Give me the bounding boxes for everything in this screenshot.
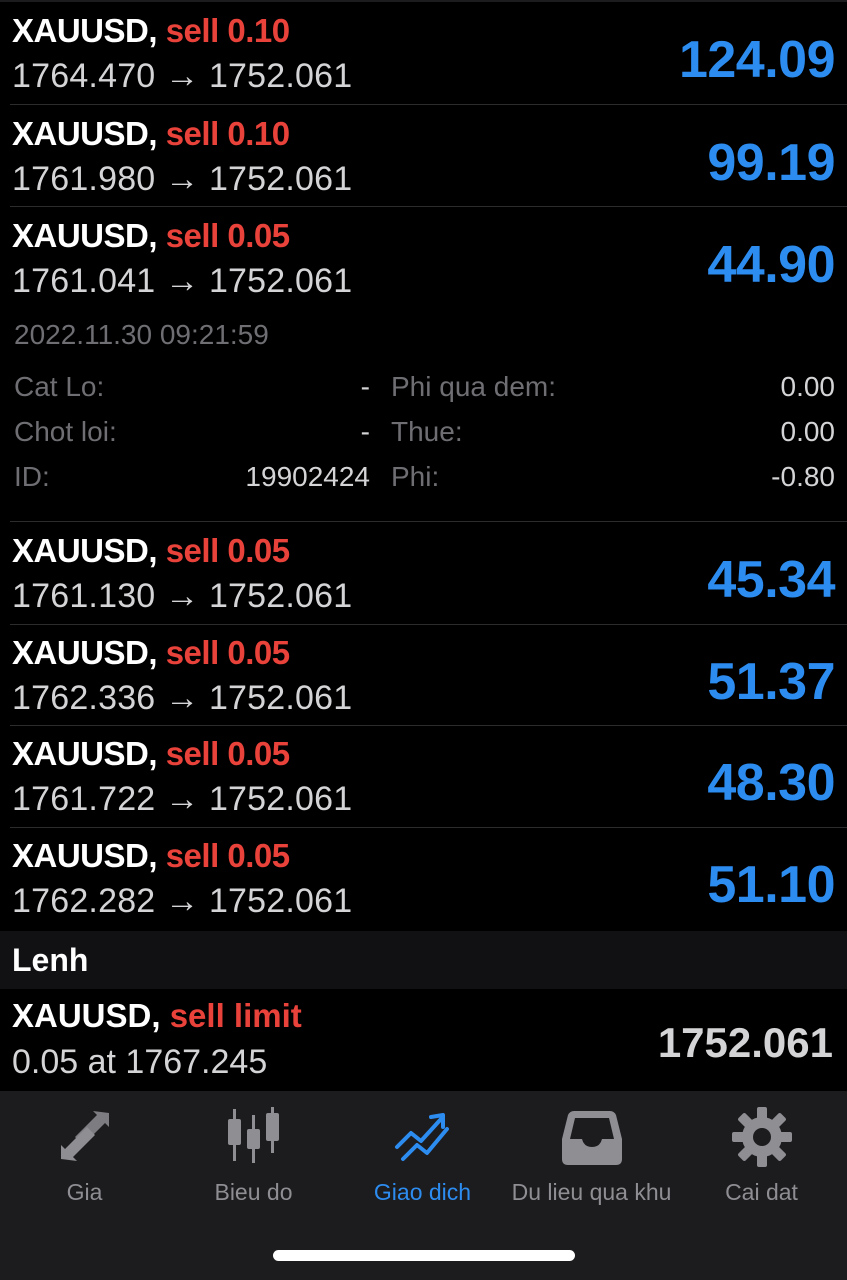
order-side: sell 0.10 <box>165 12 290 49</box>
orders-section-header: Lenh <box>0 931 847 989</box>
stop-loss-label: Cat Lo: <box>14 371 105 402</box>
current-price: 1752.061 <box>208 679 353 717</box>
tab-gia[interactable]: Gia <box>0 1105 169 1205</box>
arrow-icon: → <box>165 57 200 95</box>
profit-value: 51.37 <box>707 653 835 711</box>
gear-icon <box>731 1107 792 1167</box>
position-details: 2022.11.30 09:21:59 Cat Lo: - Phi qua de… <box>0 305 847 521</box>
tab-giao-dich[interactable]: Giao dich <box>338 1105 507 1205</box>
profit-value: 44.90 <box>707 236 835 294</box>
open-price: 1761.041 <box>12 262 156 300</box>
position-row[interactable]: XAUUSD, sell 0.05 1761.130 → 1752.061 45… <box>0 522 847 623</box>
swap-value: 0.00 <box>780 371 836 402</box>
profit-value: 48.30 <box>707 754 835 812</box>
profit-value: 45.34 <box>707 551 835 609</box>
order-side: sell 0.05 <box>165 217 290 254</box>
order-side: sell 0.05 <box>165 735 290 772</box>
order-side: sell 0.05 <box>165 532 290 569</box>
open-price: 1764.470 <box>12 57 156 95</box>
open-price: 1762.336 <box>12 679 156 717</box>
position-row[interactable]: XAUUSD, sell 0.10 1761.980 → 1752.061 99… <box>0 105 847 206</box>
tab-label: Du lieu qua khu <box>511 1179 672 1205</box>
symbol: XAUUSD, <box>12 217 158 254</box>
current-price: 1752.061 <box>208 882 353 920</box>
id-label: ID: <box>14 461 50 492</box>
history-inbox-icon <box>561 1111 622 1165</box>
trade-icon <box>394 1113 449 1161</box>
current-price: 1752.061 <box>657 1019 833 1066</box>
home-indicator[interactable] <box>273 1250 575 1261</box>
symbol: XAUUSD, <box>12 634 158 671</box>
stop-loss-value: - <box>360 371 370 402</box>
tab-label: Cai dat <box>725 1179 798 1205</box>
tab-label: Gia <box>66 1179 103 1205</box>
arrow-icon: → <box>165 160 200 198</box>
position-row[interactable]: XAUUSD, sell 0.10 1764.470 → 1752.061 12… <box>0 2 847 103</box>
arrow-icon: → <box>165 882 200 920</box>
fee-value: -0.80 <box>771 461 835 492</box>
current-price: 1752.061 <box>208 57 353 95</box>
order-side: sell 0.10 <box>165 115 290 152</box>
position-row-expanded[interactable]: XAUUSD, sell 0.05 1761.041 → 1752.061 44… <box>0 207 847 308</box>
profit-value: 51.10 <box>707 856 835 914</box>
fee-label: Phi: <box>391 461 440 492</box>
symbol: XAUUSD, <box>12 997 161 1034</box>
tax-value: 0.00 <box>780 416 836 447</box>
take-profit-value: - <box>360 416 370 447</box>
candlestick-icon <box>227 1107 279 1163</box>
position-row[interactable]: XAUUSD, sell 0.05 1762.336 → 1752.061 51… <box>0 624 847 725</box>
arrow-icon: → <box>165 262 200 300</box>
symbol: XAUUSD, <box>12 115 158 152</box>
symbol: XAUUSD, <box>12 735 158 772</box>
current-price: 1752.061 <box>208 262 353 300</box>
current-price: 1752.061 <box>208 780 353 818</box>
position-row[interactable]: XAUUSD, sell 0.05 1761.722 → 1752.061 48… <box>0 725 847 826</box>
profit-value: 124.09 <box>678 31 836 89</box>
tab-bieu-do[interactable]: Bieu do <box>169 1105 338 1205</box>
tab-cai-dat[interactable]: Cai dat <box>677 1105 846 1205</box>
tax-label: Thue: <box>391 416 463 447</box>
tab-label: Giao dich <box>373 1179 472 1205</box>
order-volume-price: 0.05 at 1767.245 <box>12 1043 268 1081</box>
tab-du-lieu-qua-khu[interactable]: Du lieu qua khu <box>507 1105 676 1205</box>
current-price: 1752.061 <box>208 577 353 615</box>
order-side: sell 0.05 <box>165 837 290 874</box>
symbol: XAUUSD, <box>12 837 158 874</box>
profit-value: 99.19 <box>707 134 835 192</box>
arrow-icon: → <box>165 679 200 717</box>
symbol: XAUUSD, <box>12 12 158 49</box>
open-price: 1761.722 <box>12 780 156 818</box>
order-side: sell 0.05 <box>165 634 290 671</box>
order-type: sell limit <box>169 997 302 1034</box>
take-profit-label: Chot loi: <box>14 416 117 447</box>
id-value: 19902424 <box>245 461 370 492</box>
current-price: 1752.061 <box>208 160 353 198</box>
open-price: 1762.282 <box>12 882 156 920</box>
arrow-icon: → <box>165 577 200 615</box>
open-price: 1761.130 <box>12 577 156 615</box>
arrows-icon <box>60 1111 109 1161</box>
open-time: 2022.11.30 09:21:59 <box>14 319 269 350</box>
arrow-icon: → <box>165 780 200 818</box>
swap-label: Phi qua dem: <box>391 371 556 402</box>
symbol: XAUUSD, <box>12 532 158 569</box>
pending-order-row[interactable]: XAUUSD, sell limit 0.05 at 1767.245 1752… <box>0 989 847 1091</box>
open-price: 1761.980 <box>12 160 156 198</box>
position-row[interactable]: XAUUSD, sell 0.05 1762.282 → 1752.061 51… <box>0 827 847 928</box>
section-title: Lenh <box>12 942 89 978</box>
tab-label: Bieu do <box>214 1179 293 1205</box>
